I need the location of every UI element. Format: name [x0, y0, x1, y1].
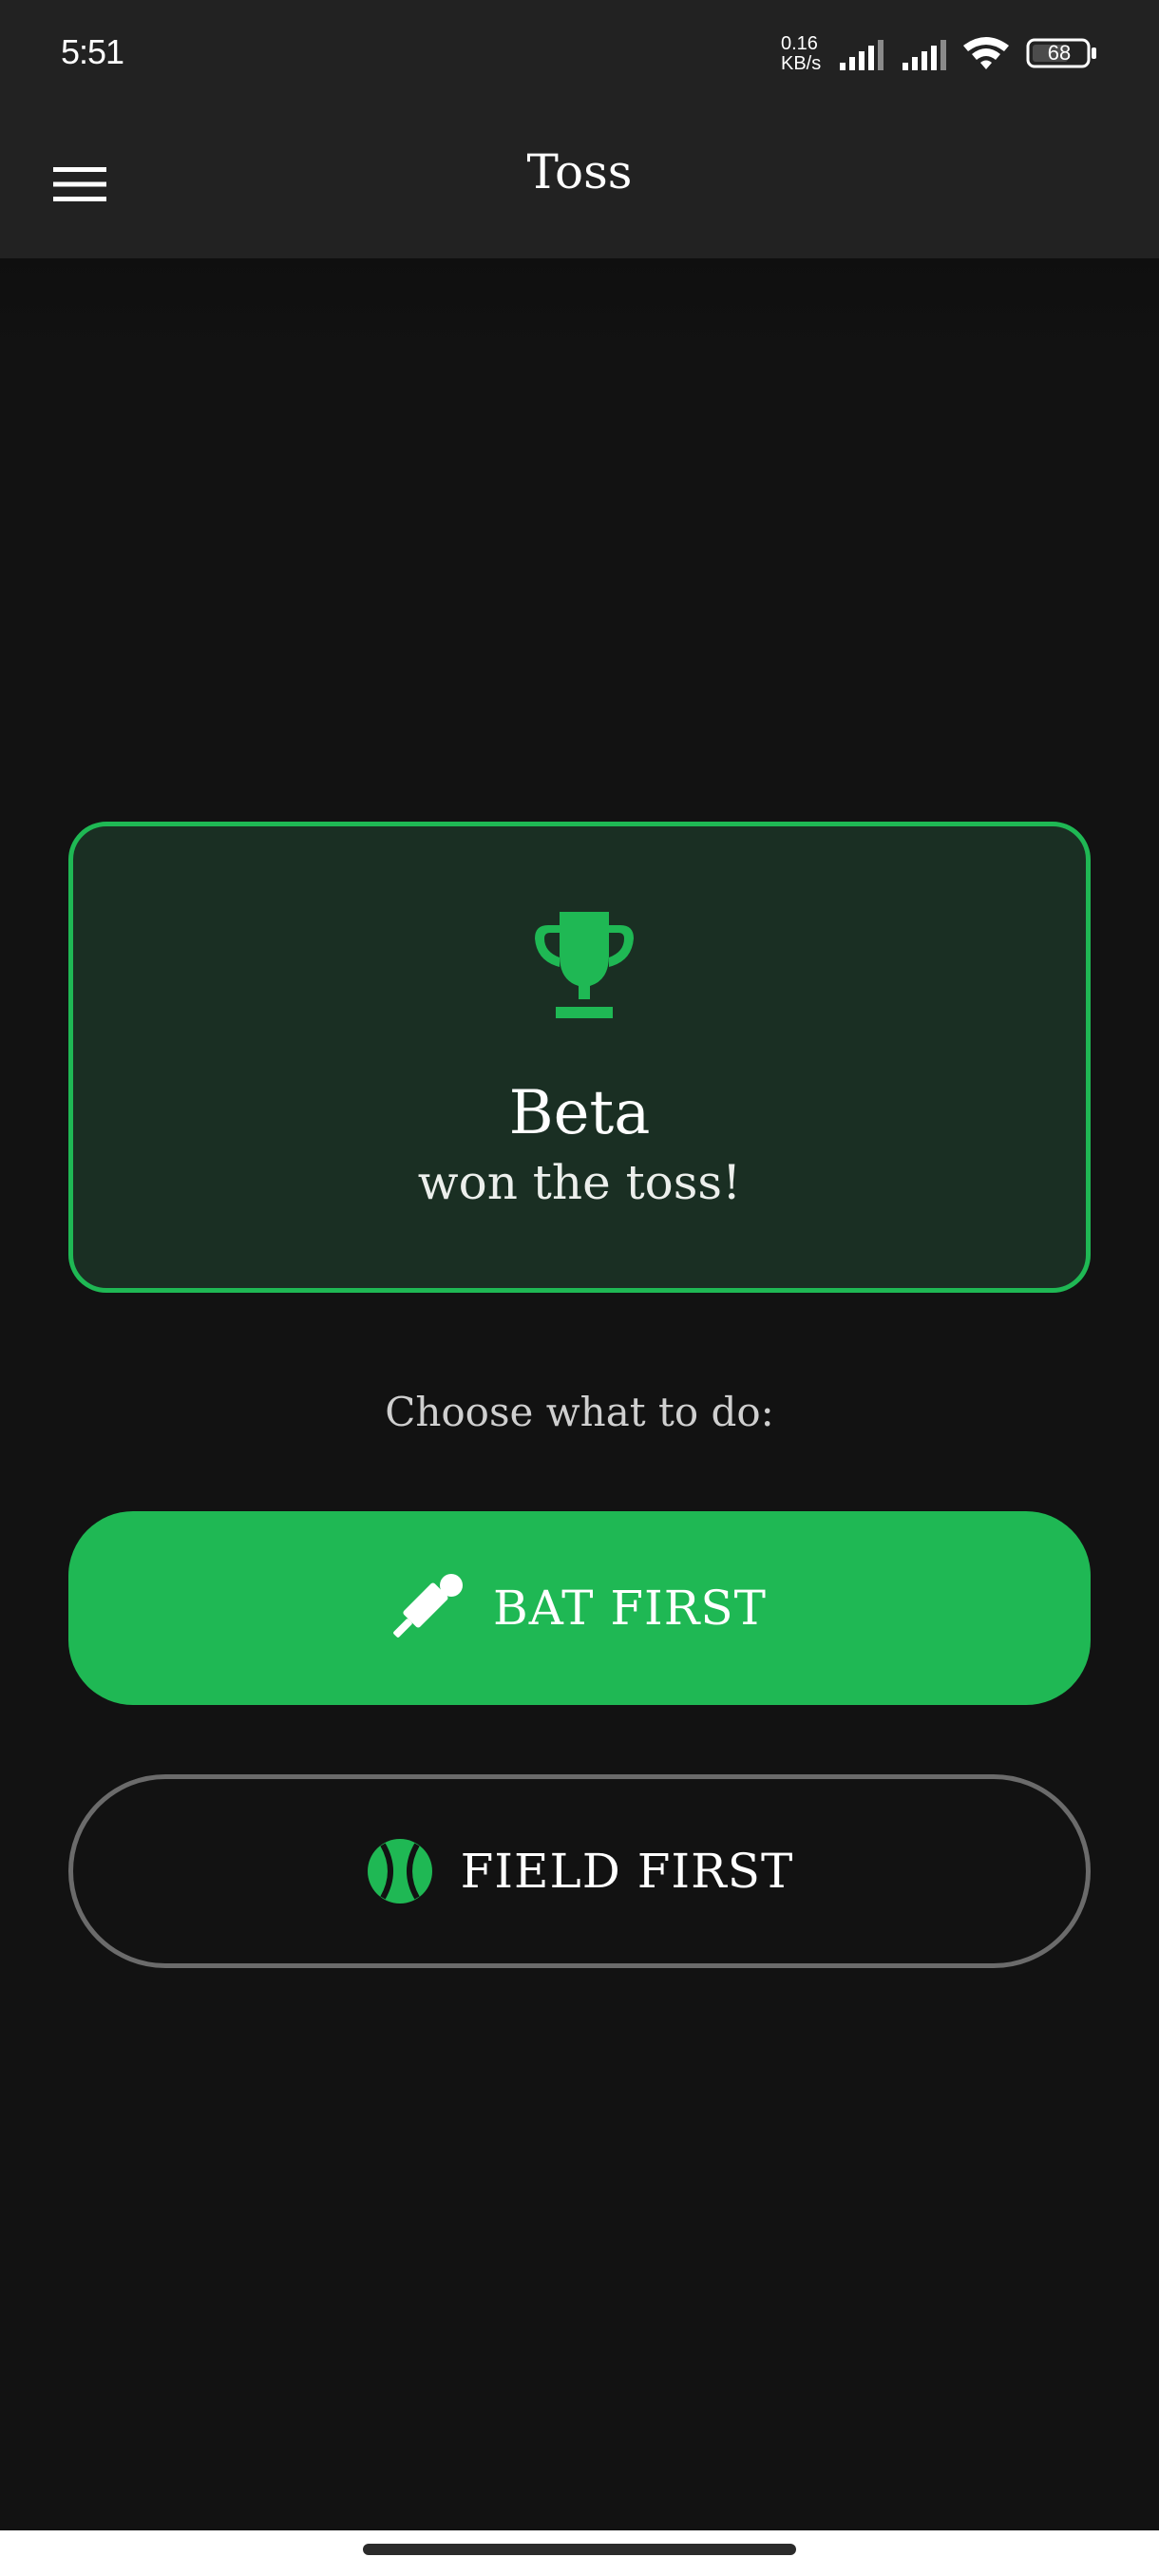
toss-result-card: Beta won the toss! — [68, 822, 1091, 1293]
choose-prompt: Choose what to do: — [385, 1389, 774, 1435]
signal-strength-icon — [840, 40, 884, 70]
battery-level: 68 — [1047, 41, 1072, 65]
status-bar: 5:51 0.16 KB/s 68 — [0, 0, 1159, 106]
status-time: 5:51 — [61, 32, 124, 71]
toss-screen: 5:51 0.16 KB/s 68 Toss Beta won the toss… — [0, 0, 1159, 2576]
bat-first-label: BAT FIRST — [492, 1581, 768, 1636]
signal-strength-icon — [902, 40, 946, 70]
field-first-label: FIELD FIRST — [460, 1844, 794, 1899]
cricket-ball-icon — [367, 1839, 432, 1904]
app-bar-shadow — [0, 258, 1159, 353]
gesture-navigation-bar — [0, 2530, 1159, 2576]
trophy-icon — [535, 912, 634, 1018]
bat-first-button[interactable]: BAT FIRST — [68, 1511, 1091, 1705]
toss-winner-name: Beta — [508, 1078, 651, 1148]
wifi-icon — [963, 37, 1009, 69]
network-speed-unit: KB/s — [781, 53, 822, 74]
app-bar: Toss — [0, 106, 1159, 258]
network-speed: 0.16 KB/s — [781, 34, 834, 74]
field-first-button[interactable]: FIELD FIRST — [68, 1774, 1091, 1968]
toss-result-caption: won the toss! — [417, 1155, 742, 1210]
network-speed-value: 0.16 — [781, 33, 818, 54]
cricket-bat-icon — [393, 1574, 463, 1638]
home-indicator[interactable] — [363, 2544, 796, 2555]
page-title: Toss — [526, 144, 633, 199]
